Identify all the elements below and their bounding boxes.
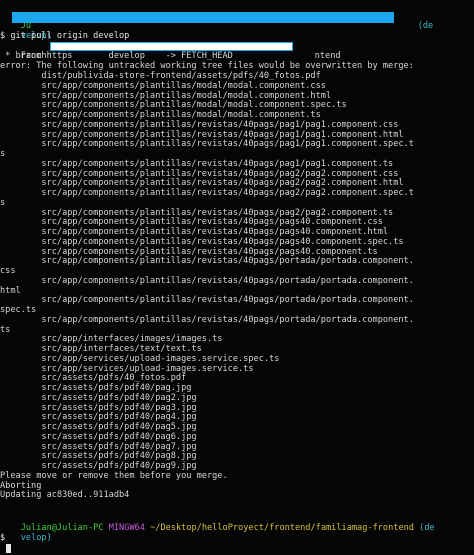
output-line: src/app/components/plantillas/revistas/4… [0, 188, 414, 198]
prompt-branch: (de [419, 522, 435, 533]
prompt-path: ~/Desktop/helloProyect/frontend/familiam… [150, 522, 414, 533]
prompt-bottom-line: Julian@Julian-PC MINGW64 ~/Desktop/hello… [0, 514, 435, 533]
git-command-line: $ git pull origin develop [0, 31, 130, 41]
input-prompt: $ [0, 533, 6, 543]
redacted-url [50, 42, 293, 51]
output-line: src/app/components/plantillas/revistas/4… [0, 275, 414, 286]
prompt-env: MINGW64 [108, 522, 145, 533]
output-line: src/app/components/plantillas/revistas/4… [0, 295, 414, 306]
output-line: Updating ac830ed..911adb4 [0, 490, 130, 501]
redaction-bar [12, 12, 394, 23]
prompt-bottom-branch-wrap: velop) [20, 532, 52, 543]
output-line: src/app/components/plantillas/revistas/4… [0, 139, 414, 150]
from-line-suffix: ntend [314, 50, 341, 61]
output-line: src/app/components/plantillas/revistas/4… [0, 256, 414, 267]
text-cursor[interactable] [6, 544, 11, 553]
terminal-window[interactable]: Ju (de velop) $ git pull origin develop … [0, 0, 474, 555]
prompt-top-branch: (de [417, 20, 434, 31]
output-line: src/app/components/plantillas/revistas/4… [0, 314, 414, 325]
